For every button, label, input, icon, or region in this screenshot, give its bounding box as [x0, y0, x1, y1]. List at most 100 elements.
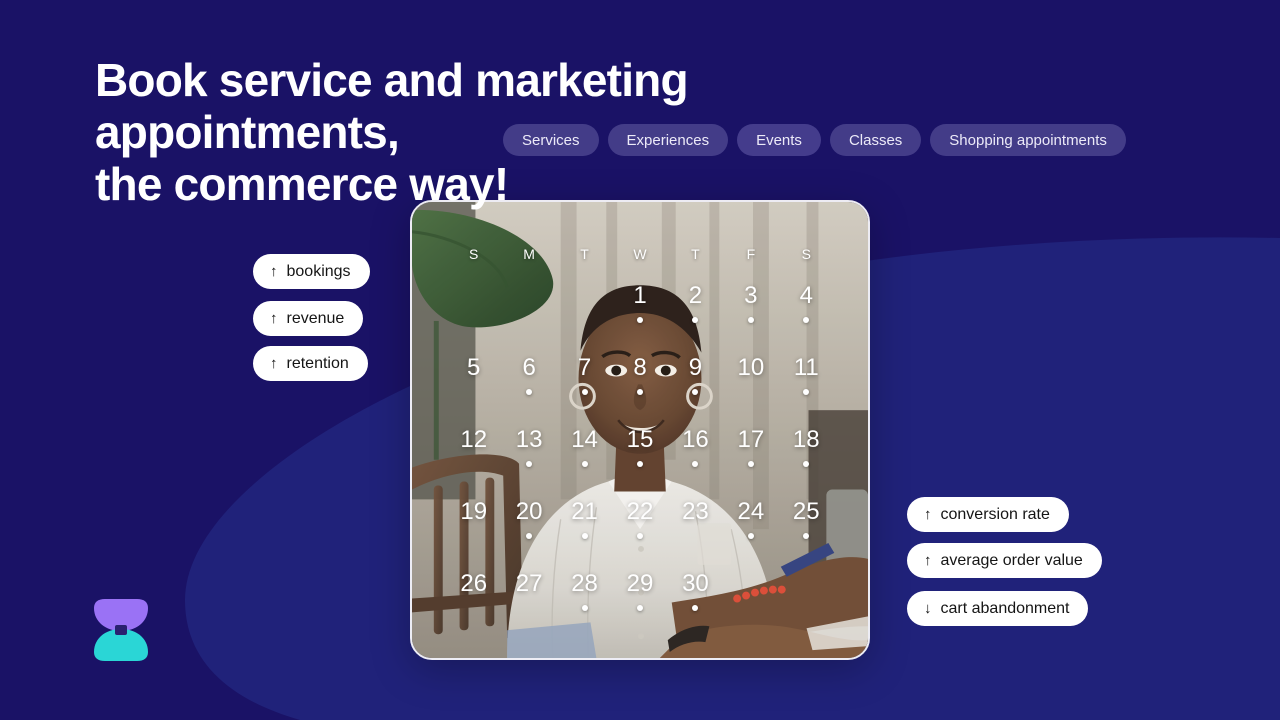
calendar-availability-dot: [526, 461, 533, 467]
calendar-day-number: 28: [571, 570, 598, 597]
calendar-availability-dot: [747, 461, 754, 467]
metric-pill-average-order-value[interactable]: ↑ average order value: [907, 543, 1102, 578]
calendar-day-cell[interactable]: 20: [501, 500, 556, 556]
calendar-day-cell[interactable]: 27: [501, 572, 556, 628]
weekday-label: S: [469, 246, 479, 262]
weekday-label: T: [691, 246, 700, 262]
calendar-day-number: 16: [682, 426, 709, 453]
calendar-day-cell[interactable]: 11: [779, 356, 834, 412]
calendar-day-number: 27: [515, 570, 543, 597]
metric-pill-label: revenue: [286, 309, 345, 327]
calendar-day-cell[interactable]: 1: [612, 284, 667, 340]
calendar-day-cell[interactable]: 12: [446, 428, 501, 484]
calendar-day-cell[interactable]: 7: [557, 356, 612, 412]
category-pill-classes[interactable]: Classes: [829, 124, 922, 156]
category-pill-services[interactable]: Services: [503, 124, 599, 156]
calendar-day-number: 20: [515, 498, 543, 525]
calendar-grid: 1 2 3 4 5 6 7 8 9 10 11 12 13 14 15 16 17 18 19 20 21 22 23 24 2…: [446, 276, 834, 636]
arrow-down-icon: ↓: [924, 600, 932, 617]
calendar-availability-dot: [803, 389, 810, 395]
calendar-day-cell[interactable]: 9: [668, 356, 723, 412]
calendar-day-number: 29: [626, 570, 654, 597]
calendar-day-number: 26: [460, 570, 488, 597]
calendar-week-row: 19 20 21 22 23 24 25: [446, 500, 834, 556]
metric-pill-label: average order value: [940, 551, 1083, 569]
metric-pill-retention[interactable]: ↑ retention: [253, 346, 368, 381]
calendar-day-number: 10: [737, 354, 765, 381]
category-pill-events[interactable]: Events: [737, 124, 821, 156]
category-pill-row: Services Experiences Events Classes Shop…: [503, 124, 1126, 156]
calendar-day-cell[interactable]: 18: [779, 428, 834, 484]
calendar-availability-dot: [692, 605, 699, 611]
calendar-day-cell[interactable]: 3: [723, 284, 778, 340]
calendar-day-cell[interactable]: 16: [668, 428, 723, 484]
category-pill-shopping-appointments[interactable]: Shopping appointments: [930, 124, 1126, 156]
calendar-day-cell[interactable]: 24: [723, 500, 778, 556]
calendar-day-number: 6: [522, 354, 536, 381]
calendar-day-number: 25: [792, 498, 820, 525]
calendar-day-number: 12: [460, 426, 488, 453]
calendar-empty-cell: [723, 572, 778, 628]
calendar-day-number: 13: [515, 426, 543, 453]
weekday-label: F: [746, 246, 756, 262]
calendar-day-number: 3: [744, 282, 758, 309]
calendar-availability-dot: [747, 533, 754, 539]
weekday-label: W: [633, 246, 647, 262]
calendar-day-cell[interactable]: 15: [612, 428, 667, 484]
calendar-day-cell[interactable]: 19: [446, 500, 501, 556]
calendar-day-cell[interactable]: 21: [557, 500, 612, 556]
calendar-availability-dot: [526, 533, 533, 539]
calendar-week-row: 5 6 7 8 9 10 11: [446, 356, 834, 412]
calendar-availability-dot: [803, 461, 810, 467]
hourglass-logo[interactable]: [94, 599, 148, 661]
category-pill-experiences[interactable]: Experiences: [607, 124, 729, 156]
arrow-up-icon: ↑: [924, 552, 932, 569]
calendar-day-number: 24: [737, 498, 765, 525]
calendar-day-cell[interactable]: 14: [557, 428, 612, 484]
calendar-day-cell[interactable]: 2: [668, 284, 723, 340]
metric-pill-bookings[interactable]: ↑ bookings: [253, 254, 370, 289]
hourglass-logo-mark: [94, 599, 148, 661]
calendar-day-cell[interactable]: 25: [779, 500, 834, 556]
metric-pill-cart-abandonment[interactable]: ↓ cart abandonment: [907, 591, 1089, 626]
metric-pill-label: conversion rate: [940, 505, 1050, 523]
calendar-day-cell[interactable]: 23: [668, 500, 723, 556]
calendar-day-number: 14: [571, 426, 598, 453]
calendar-availability-dot: [526, 389, 533, 395]
calendar-day-cell[interactable]: 6: [501, 356, 556, 412]
calendar-week-row: 1 2 3 4: [446, 284, 834, 340]
calendar-availability-dot: [581, 461, 588, 467]
calendar-empty-cell: [779, 572, 834, 628]
calendar-availability-dot: [636, 317, 643, 323]
calendar-day-cell[interactable]: 8: [612, 356, 667, 412]
calendar-availability-dot: [581, 389, 588, 395]
calendar-day-cell[interactable]: 13: [501, 428, 556, 484]
metric-pill-revenue[interactable]: ↑ revenue: [253, 301, 364, 336]
calendar-empty-cell: [557, 284, 612, 340]
calendar-day-cell[interactable]: 30: [668, 572, 723, 628]
calendar-day-number: 2: [688, 282, 703, 309]
calendar-day-number: 23: [682, 498, 709, 525]
calendar-day-cell[interactable]: 26: [446, 572, 501, 628]
calendar-availability-dot: [636, 389, 643, 395]
metric-pill-label: bookings: [286, 262, 351, 280]
calendar-availability-dot: [636, 461, 643, 467]
calendar-day-number: 9: [688, 354, 703, 381]
arrow-up-icon: ↑: [270, 355, 278, 372]
calendar-day-number: 7: [577, 354, 592, 381]
calendar-availability-dot: [636, 533, 643, 539]
calendar-weekday-header: S M T W T F S: [446, 246, 834, 262]
calendar-day-cell[interactable]: 4: [779, 284, 834, 340]
calendar-day-cell[interactable]: 29: [612, 572, 667, 628]
weekday-label: M: [523, 246, 535, 262]
calendar-day-cell[interactable]: 10: [723, 356, 778, 412]
calendar-week-row: 26 27 28 29 30: [446, 572, 834, 628]
calendar-day-number: 1: [633, 282, 647, 309]
calendar-day-cell[interactable]: 5: [446, 356, 501, 412]
metric-pill-conversion-rate[interactable]: ↑ conversion rate: [907, 497, 1069, 532]
calendar-day-cell[interactable]: 17: [723, 428, 778, 484]
calendar-day-cell[interactable]: 28: [557, 572, 612, 628]
calendar-day-cell[interactable]: 22: [612, 500, 667, 556]
calendar-photo-card[interactable]: S M T W T F S 1 2 3 4 5 6 7 8 9 10 11 12 13 14 15 16 17 1…: [410, 200, 870, 660]
calendar-availability-dot: [692, 389, 699, 395]
